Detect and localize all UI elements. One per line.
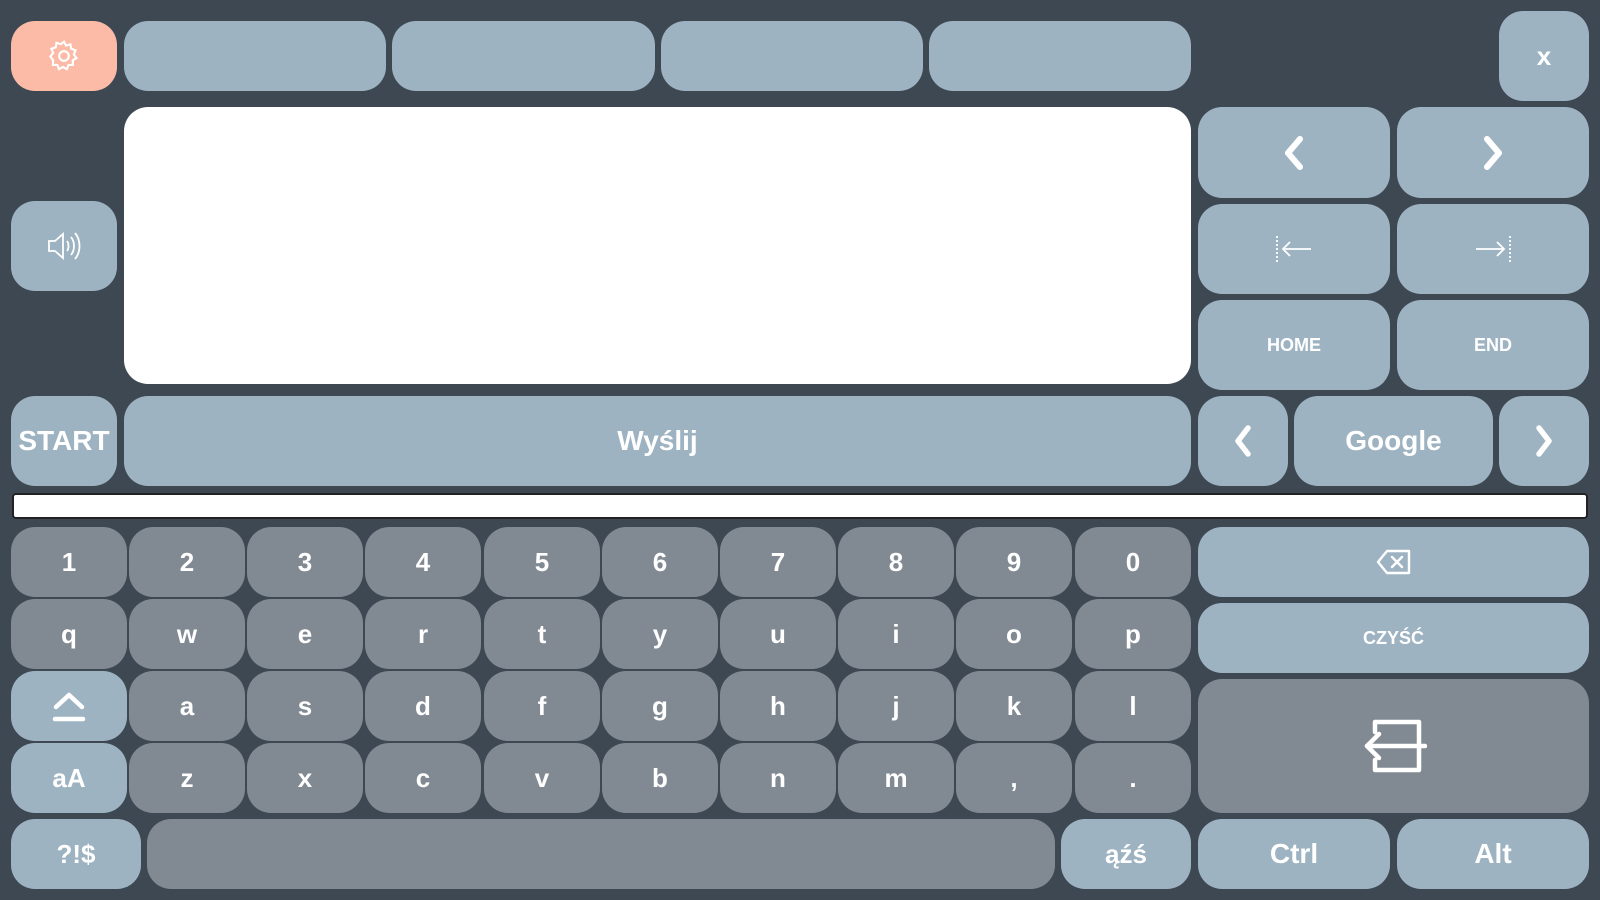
start-label: START	[18, 425, 110, 456]
diacritics-key[interactable]: ąźś	[1061, 819, 1191, 889]
digit-key-8[interactable]: 9	[956, 527, 1072, 597]
letter-z-row-key-0[interactable]: z	[129, 743, 245, 813]
backspace-icon	[1376, 549, 1412, 575]
letter-a-row-key-5[interactable]: h	[720, 671, 836, 741]
letter-q-row-key-4[interactable]: t	[484, 599, 600, 669]
enter-button[interactable]	[1198, 679, 1589, 813]
top-tab-4[interactable]	[929, 21, 1191, 91]
letter-z-row-key-4[interactable]: b	[602, 743, 718, 813]
letter-z-row-key-1[interactable]: x	[247, 743, 363, 813]
suggestion-bar[interactable]	[12, 493, 1588, 519]
digit-key-4[interactable]: 5	[484, 527, 600, 597]
settings-button[interactable]	[11, 21, 117, 91]
letter-z-row-key-6[interactable]: m	[838, 743, 954, 813]
send-button[interactable]: Wyślij	[124, 396, 1191, 486]
letter-q-row-key-0[interactable]: q	[11, 599, 127, 669]
search-next-button[interactable]	[1499, 396, 1589, 486]
letter-q-row-key-1[interactable]: w	[129, 599, 245, 669]
backspace-button[interactable]	[1198, 527, 1589, 597]
text-input-area[interactable]	[124, 107, 1191, 384]
letter-z-row-key-2[interactable]: c	[365, 743, 481, 813]
letter-q-row-key-6[interactable]: u	[720, 599, 836, 669]
search-prev-button[interactable]	[1198, 396, 1288, 486]
chevron-right-icon	[1532, 423, 1556, 459]
digit-key-6[interactable]: 7	[720, 527, 836, 597]
top-tab-3[interactable]	[661, 21, 923, 91]
speaker-icon	[46, 230, 82, 262]
letter-a-row-key-2[interactable]: d	[365, 671, 481, 741]
enter-icon	[1361, 716, 1427, 776]
letter-q-row-key-8[interactable]: o	[956, 599, 1072, 669]
home-button[interactable]: HOME	[1198, 300, 1390, 390]
letter-z-row-key-7[interactable]: ,	[956, 743, 1072, 813]
letter-a-row-key-1[interactable]: s	[247, 671, 363, 741]
letter-a-row-key-4[interactable]: g	[602, 671, 718, 741]
digit-key-7[interactable]: 8	[838, 527, 954, 597]
case-toggle-key[interactable]: aA	[11, 743, 127, 813]
end-button[interactable]: END	[1397, 300, 1589, 390]
next-char-button[interactable]	[1397, 107, 1589, 198]
letter-z-row-key-5[interactable]: n	[720, 743, 836, 813]
arrow-right-bar-icon	[1472, 234, 1514, 264]
letter-a-row-key-7[interactable]: k	[956, 671, 1072, 741]
chevron-right-icon	[1479, 133, 1507, 173]
digit-key-0[interactable]: 1	[11, 527, 127, 597]
ctrl-key[interactable]: Ctrl	[1198, 819, 1390, 889]
chevron-left-icon	[1231, 423, 1255, 459]
letter-a-row-key-3[interactable]: f	[484, 671, 600, 741]
gear-icon	[46, 38, 82, 74]
letter-q-row-key-2[interactable]: e	[247, 599, 363, 669]
letter-q-row-key-3[interactable]: r	[365, 599, 481, 669]
symbols-key[interactable]: ?!$	[11, 819, 141, 889]
google-search-button[interactable]: Google	[1294, 396, 1493, 486]
digit-key-1[interactable]: 2	[129, 527, 245, 597]
shift-key[interactable]	[11, 671, 127, 741]
digit-key-3[interactable]: 4	[365, 527, 481, 597]
word-left-button[interactable]	[1198, 204, 1390, 294]
letter-z-row-key-8[interactable]: .	[1075, 743, 1191, 813]
letter-a-row-key-8[interactable]: l	[1075, 671, 1191, 741]
space-key[interactable]	[147, 819, 1055, 889]
letter-q-row-key-7[interactable]: i	[838, 599, 954, 669]
prev-char-button[interactable]	[1198, 107, 1390, 198]
arrow-left-bar-icon	[1273, 234, 1315, 264]
top-tab-2[interactable]	[392, 21, 655, 91]
digit-key-5[interactable]: 6	[602, 527, 718, 597]
top-tab-1[interactable]	[124, 21, 386, 91]
digit-key-9[interactable]: 0	[1075, 527, 1191, 597]
shift-icon	[52, 689, 86, 723]
alt-key[interactable]: Alt	[1397, 819, 1589, 889]
letter-z-row-key-3[interactable]: v	[484, 743, 600, 813]
letter-a-row-key-0[interactable]: a	[129, 671, 245, 741]
start-button[interactable]: START	[11, 396, 117, 486]
letter-a-row-key-6[interactable]: j	[838, 671, 954, 741]
chevron-left-icon	[1280, 133, 1308, 173]
letter-q-row-key-5[interactable]: y	[602, 599, 718, 669]
close-button[interactable]: x	[1499, 11, 1589, 101]
clear-button[interactable]: CZYŚĆ	[1198, 603, 1589, 673]
letter-q-row-key-9[interactable]: p	[1075, 599, 1191, 669]
digit-key-2[interactable]: 3	[247, 527, 363, 597]
speak-button[interactable]	[11, 201, 117, 291]
word-right-button[interactable]	[1397, 204, 1589, 294]
